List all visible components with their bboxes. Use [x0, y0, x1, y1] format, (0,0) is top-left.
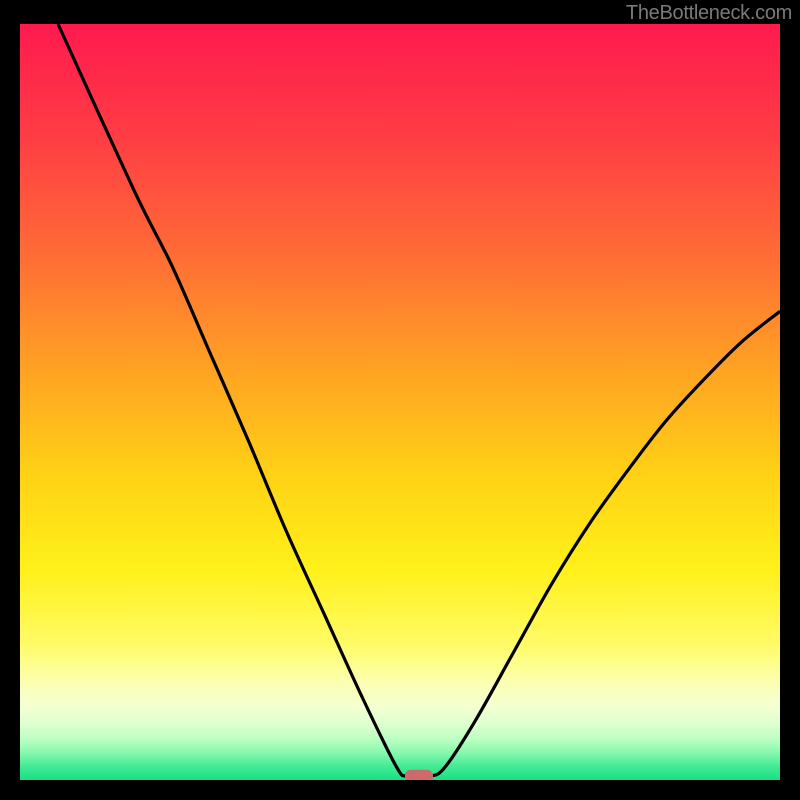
optimal-marker	[405, 770, 433, 780]
plot-svg	[20, 24, 780, 780]
chart-frame: TheBottleneck.com	[0, 0, 800, 800]
attribution-text: TheBottleneck.com	[626, 2, 792, 25]
plot-area	[20, 24, 780, 780]
gradient-background	[20, 24, 780, 780]
